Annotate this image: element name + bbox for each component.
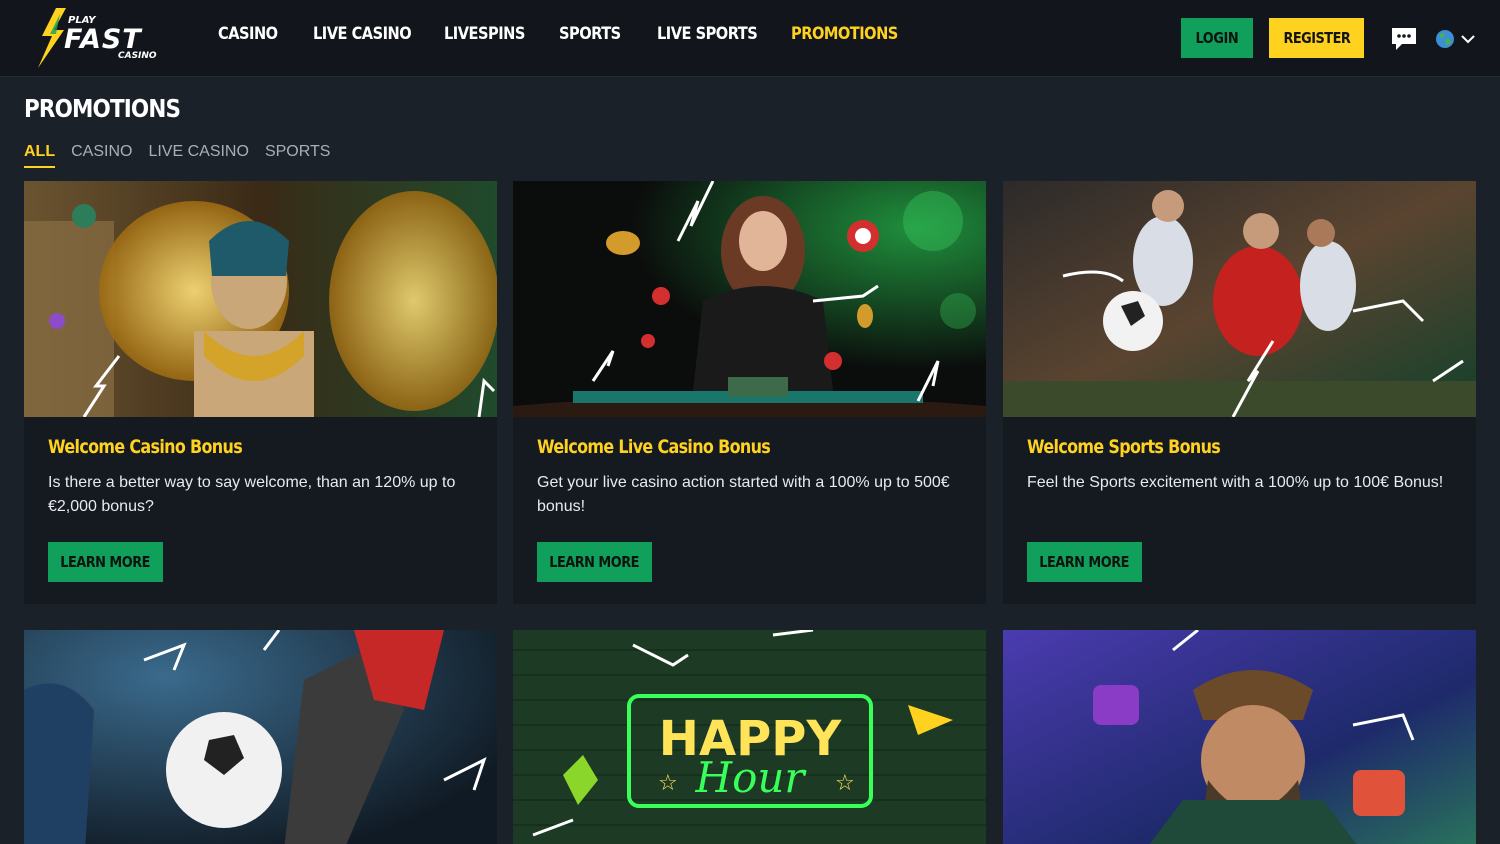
promo-image-happy-hour[interactable]: HAPPY Hour ☆ ☆ [513, 630, 986, 844]
promo-title: Welcome Casino Bonus [48, 436, 243, 458]
login-button[interactable]: LOGIN [1181, 18, 1253, 58]
page-title: PROMOTIONS [24, 94, 181, 123]
promo-image-casino[interactable] [24, 181, 497, 417]
learn-more-button[interactable]: LEARN MORE [537, 542, 652, 582]
nav-live-casino[interactable]: LIVE CASINO [313, 24, 412, 44]
learn-more-label: LEARN MORE [549, 553, 640, 571]
globe-icon [1436, 30, 1454, 48]
chevron-down-icon [1461, 35, 1475, 44]
register-button-label: REGISTER [1283, 29, 1350, 47]
register-button[interactable]: REGISTER [1269, 18, 1364, 58]
svg-text:☆: ☆ [658, 771, 678, 796]
promo-card-slots [1003, 630, 1476, 844]
svg-text:☆: ☆ [835, 771, 855, 796]
promo-card-football [24, 630, 497, 844]
playfast-casino-logo[interactable]: PLAY FAST CASINO [34, 6, 174, 70]
filter-all[interactable]: ALL [24, 143, 56, 168]
promo-card-casino: Welcome Casino Bonus Is there a better w… [24, 181, 497, 604]
promo-card-sports: Welcome Sports Bonus Feel the Sports exc… [1003, 181, 1476, 604]
logo-casino-text: CASINO [118, 51, 157, 61]
learn-more-button[interactable]: LEARN MORE [48, 542, 163, 582]
filter-live-casino[interactable]: LIVE CASINO [148, 143, 248, 167]
nav-casino[interactable]: CASINO [218, 24, 278, 44]
learn-more-button[interactable]: LEARN MORE [1027, 542, 1142, 582]
promo-description: Is there a better way to say welcome, th… [48, 474, 456, 515]
promo-title: Welcome Live Casino Bonus [537, 436, 771, 458]
nav-livespins[interactable]: LIVESPINS [444, 24, 525, 44]
promo-card-happy-hour: HAPPY Hour ☆ ☆ [513, 630, 986, 844]
promo-description: Feel the Sports excitement with a 100% u… [1027, 474, 1444, 491]
promo-image-sports[interactable] [1003, 181, 1476, 417]
language-selector[interactable] [1435, 28, 1479, 50]
happy-hour-subtitle: Hour [694, 753, 807, 802]
promotion-filter-tabs: ALL CASINO LIVE CASINO SPORTS [24, 143, 331, 168]
promo-title: Welcome Sports Bonus [1027, 436, 1221, 458]
chat-bubble-icon[interactable] [1390, 26, 1418, 52]
promo-card-live-casino: Welcome Live Casino Bonus Get your live … [513, 181, 986, 604]
filter-sports[interactable]: SPORTS [265, 143, 331, 167]
nav-live-sports[interactable]: LIVE SPORTS [657, 24, 758, 44]
nav-sports[interactable]: SPORTS [559, 24, 621, 44]
login-button-label: LOGIN [1195, 29, 1239, 47]
nav-promotions[interactable]: PROMOTIONS [791, 24, 898, 44]
promo-image-live-casino[interactable] [513, 181, 986, 417]
promo-image-football[interactable] [24, 630, 497, 844]
promo-description: Get your live casino action started with… [537, 474, 950, 515]
learn-more-label: LEARN MORE [60, 553, 151, 571]
top-navigation-bar: PLAY FAST CASINO CASINO LIVE CASINO LIVE… [0, 0, 1500, 77]
promo-image-slots[interactable] [1003, 630, 1476, 844]
filter-casino[interactable]: CASINO [71, 143, 132, 167]
learn-more-label: LEARN MORE [1039, 553, 1130, 571]
